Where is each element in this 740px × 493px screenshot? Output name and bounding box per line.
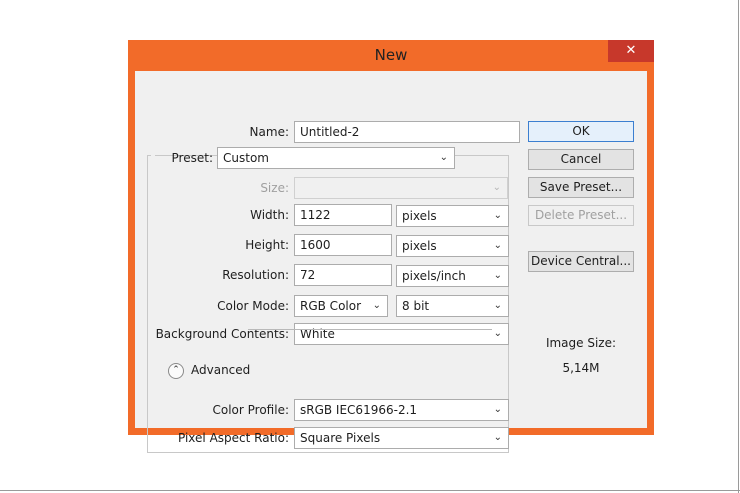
height-label: Height: — [245, 238, 289, 252]
chevron-down-icon: ⌄ — [493, 404, 502, 415]
chevron-down-icon: ⌄ — [493, 432, 502, 443]
preset-value: Custom — [223, 151, 269, 165]
background-contents-select[interactable]: White ⌄ — [294, 323, 509, 345]
size-select[interactable]: ⌄ — [294, 177, 508, 199]
delete-preset-button[interactable]: Delete Preset... — [528, 205, 634, 226]
chevron-down-icon: ⌄ — [493, 328, 502, 339]
size-label: Size: — [260, 181, 289, 195]
advanced-label[interactable]: Advanced — [191, 363, 250, 377]
height-input[interactable]: 1600 — [294, 234, 392, 256]
height-unit-select[interactable]: pixels ⌄ — [396, 235, 509, 257]
height-unit-value: pixels — [402, 239, 437, 253]
save-preset-button[interactable]: Save Preset... — [528, 177, 634, 198]
width-unit-select[interactable]: pixels ⌄ — [396, 205, 509, 227]
resolution-unit-value: pixels/inch — [402, 269, 466, 283]
preset-select[interactable]: Custom ⌄ — [217, 147, 455, 169]
color-mode-label: Color Mode: — [217, 299, 289, 313]
chevron-down-icon: ⌄ — [439, 152, 448, 163]
advanced-divider — [248, 329, 492, 330]
color-profile-value: sRGB IEC61966-2.1 — [300, 403, 418, 417]
image-size-value: 5,14M — [562, 361, 600, 375]
chevron-down-icon: ⌄ — [372, 300, 381, 311]
resolution-unit-select[interactable]: pixels/inch ⌄ — [396, 265, 509, 287]
bit-depth-value: 8 bit — [402, 299, 430, 313]
image-size-label: Image Size: — [545, 336, 617, 350]
width-label: Width: — [250, 208, 289, 222]
pixel-aspect-ratio-value: Square Pixels — [300, 431, 381, 445]
name-label: Name: — [249, 125, 289, 139]
resolution-label: Resolution: — [222, 268, 289, 282]
dialog-title: New — [374, 46, 408, 64]
name-input[interactable]: Untitled-2 — [294, 121, 520, 143]
resolution-input[interactable]: 72 — [294, 264, 392, 286]
cancel-button[interactable]: Cancel — [528, 149, 634, 170]
bit-depth-select[interactable]: 8 bit ⌄ — [396, 295, 509, 317]
ok-button[interactable]: OK — [528, 121, 634, 142]
chevron-down-icon: ⌄ — [493, 210, 502, 221]
chevron-down-icon: ⌄ — [493, 300, 502, 311]
pixel-aspect-ratio-label: Pixel Aspect Ratio: — [178, 431, 289, 445]
chevron-down-icon: ⌄ — [493, 270, 502, 281]
device-central-button[interactable]: Device Central... — [528, 251, 634, 272]
collapse-icon[interactable]: ⌃ — [168, 363, 184, 379]
preset-label: Preset: — [171, 151, 213, 165]
page-divider-right — [738, 0, 739, 493]
color-profile-label: Color Profile: — [212, 403, 290, 417]
close-button[interactable]: ✕ — [608, 40, 654, 62]
color-mode-value: RGB Color — [300, 299, 362, 313]
dialog-body: Name: Untitled-2 Preset: Custom ⌄ Size: … — [135, 71, 647, 453]
chevron-down-icon: ⌄ — [493, 240, 502, 251]
chevron-down-icon: ⌄ — [492, 182, 501, 193]
color-mode-select[interactable]: RGB Color ⌄ — [294, 295, 388, 317]
new-document-dialog: New ✕ Name: Untitled-2 Preset: Custom ⌄ … — [128, 40, 654, 453]
width-input[interactable]: 1122 — [294, 204, 392, 226]
width-unit-value: pixels — [402, 209, 437, 223]
color-profile-select[interactable]: sRGB IEC61966-2.1 ⌄ — [294, 399, 509, 421]
pixel-aspect-ratio-select[interactable]: Square Pixels ⌄ — [294, 427, 509, 449]
page-divider-bottom — [0, 490, 740, 491]
close-icon: ✕ — [625, 43, 637, 58]
